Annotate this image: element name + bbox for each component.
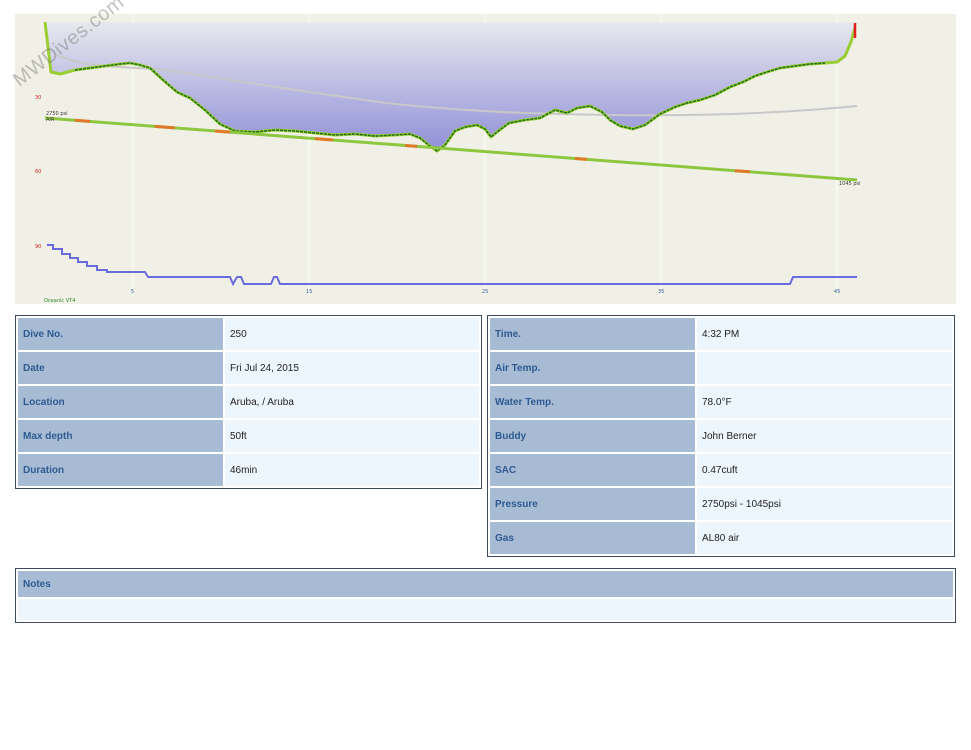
duration-row: Duration 46min — [18, 454, 479, 486]
notes-panel: Notes — [15, 568, 956, 623]
location-label: Location — [18, 386, 223, 418]
max-depth-label: Max depth — [18, 420, 223, 452]
notes-header-row: Notes — [18, 571, 953, 597]
dive-info-table: Dive No. 250 Date Fri Jul 24, 2015 Locat… — [16, 316, 481, 488]
pressure-row: Pressure 2750psi - 1045psi — [490, 488, 952, 520]
depth-scale-90: 90 — [35, 244, 41, 250]
dive-profile-chart: 30 60 90 5 15 25 35 45 2750 psi AIR 1045… — [9, 0, 956, 304]
time-tick-5: 5 — [131, 289, 134, 295]
duration-value: 46min — [225, 454, 479, 486]
date-row: Date Fri Jul 24, 2015 — [18, 352, 479, 384]
time-row: Time. 4:32 PM — [490, 318, 952, 350]
dive-number-row: Dive No. 250 — [18, 318, 479, 350]
time-value: 4:32 PM — [697, 318, 952, 350]
gas-row: Gas AL80 air — [490, 522, 952, 554]
buddy-label: Buddy — [490, 420, 695, 452]
water-temp-value: 78.0°F — [697, 386, 952, 418]
dive-info-panel: Dive No. 250 Date Fri Jul 24, 2015 Locat… — [15, 315, 482, 489]
time-tick-35: 35 — [658, 289, 664, 295]
water-temp-label: Water Temp. — [490, 386, 695, 418]
notes-label: Notes — [18, 571, 953, 597]
depth-scale-30: 30 — [35, 95, 41, 101]
date-value: Fri Jul 24, 2015 — [225, 352, 479, 384]
pressure-value: 2750psi - 1045psi — [697, 488, 952, 520]
time-tick-45: 45 — [834, 289, 840, 295]
sac-value: 0.47cuft — [697, 454, 952, 486]
location-value: Aruba, / Aruba — [225, 386, 479, 418]
location-row: Location Aruba, / Aruba — [18, 386, 479, 418]
max-depth-row: Max depth 50ft — [18, 420, 479, 452]
depth-scale-60: 60 — [35, 169, 41, 175]
notes-table: Notes — [16, 569, 955, 622]
sac-row: SAC 0.47cuft — [490, 454, 952, 486]
pressure-end-label: 1045 psi — [839, 181, 860, 187]
conditions-panel: Time. 4:32 PM Air Temp. Water Temp. 78.0… — [487, 315, 955, 557]
temperature-line — [47, 244, 857, 287]
time-tick-15: 15 — [306, 289, 312, 295]
dive-computer-label: Oceanic VT4 — [44, 298, 75, 304]
max-depth-value: 50ft — [225, 420, 479, 452]
date-label: Date — [18, 352, 223, 384]
time-tick-25: 25 — [482, 289, 488, 295]
dive-number-label: Dive No. — [18, 318, 223, 350]
notes-value — [18, 599, 953, 620]
pressure-label: Pressure — [490, 488, 695, 520]
gas-value: AL80 air — [697, 522, 952, 554]
notes-body-row — [18, 599, 953, 620]
water-temp-row: Water Temp. 78.0°F — [490, 386, 952, 418]
air-temp-value — [697, 352, 952, 384]
air-temp-row: Air Temp. — [490, 352, 952, 384]
gas-label: AIR — [46, 117, 55, 123]
gas-label-cell: Gas — [490, 522, 695, 554]
dive-profile-svg: 30 60 90 5 15 25 35 45 2750 psi AIR 1045… — [35, 14, 860, 304]
conditions-table: Time. 4:32 PM Air Temp. Water Temp. 78.0… — [488, 316, 954, 556]
duration-label: Duration — [18, 454, 223, 486]
buddy-row: Buddy John Berner — [490, 420, 952, 452]
dive-number-value: 250 — [225, 318, 479, 350]
time-label: Time. — [490, 318, 695, 350]
sac-label: SAC — [490, 454, 695, 486]
air-temp-label: Air Temp. — [490, 352, 695, 384]
buddy-value: John Berner — [697, 420, 952, 452]
